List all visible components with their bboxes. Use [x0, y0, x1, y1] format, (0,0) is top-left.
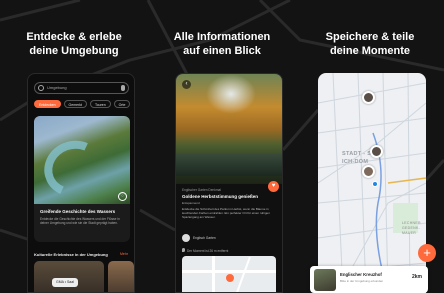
location-pin-icon [182, 248, 185, 252]
microphone-icon[interactable] [121, 85, 125, 91]
map-small-label-3: MAUER [402, 231, 417, 235]
moment-avatar-marker[interactable] [370, 145, 383, 158]
current-location-dot [372, 181, 378, 187]
phone-discover-screen: Umgebung Entdecken Gemerkt Touren Orte ♡… [27, 73, 135, 293]
map-road [212, 256, 215, 292]
place-subtitle: Bitte in der Umgebung erkunden [340, 279, 384, 283]
author-name: Englisch Garten [193, 236, 216, 240]
map-small-label-2: GEDENK- [402, 226, 421, 230]
event-control-label[interactable]: GMA • Saal [52, 278, 78, 287]
section-more-link[interactable]: Mehr [120, 252, 128, 256]
map-road [182, 270, 276, 273]
place-thumbnail [314, 269, 336, 291]
author-avatar [182, 234, 190, 242]
chip-discover[interactable]: Entdecken [34, 100, 61, 108]
add-moment-button[interactable]: + [418, 244, 436, 262]
map-small-label-1: LECHNER [402, 221, 421, 225]
phone-detail-screen: ‹ ♥ Englischer Garten Denkmal Goldene He… [175, 73, 283, 293]
phone-map-screen[interactable]: STADT - ST. ICH-DOM LECHNER GEDENK- MAUE… [318, 73, 426, 293]
moment-avatar-marker[interactable] [362, 91, 375, 104]
detail-title: Goldene Herbststimmung genießen [182, 194, 259, 199]
chip-places[interactable]: Orte [113, 100, 131, 108]
card-text: Entdecke die Geschichte des Wassers und … [40, 217, 120, 226]
chip-saved[interactable]: Gemerkt [63, 100, 87, 108]
heart-icon[interactable]: ♥ [268, 181, 279, 192]
author-row[interactable]: Englisch Garten [182, 234, 216, 242]
chip-tours[interactable]: Touren [89, 100, 111, 108]
featured-card[interactable]: ♡ Greifende Geschichte des Wassers Entde… [34, 116, 130, 242]
detail-text: Entdecke die Schönheit des Parks im Herb… [182, 207, 270, 219]
place-distance: 2km [411, 274, 422, 280]
favorite-icon[interactable]: ♡ [118, 192, 127, 201]
headline-save: Speichere & teile deine Momente [325, 31, 415, 57]
filter-chips: Entdecken Gemerkt Touren Orte [34, 100, 131, 108]
map-road [235, 256, 251, 292]
headline-discover: Entdecke & erlebe deine Umgebung [26, 31, 122, 57]
distance-note: Der Moment ist 26 m entfernt [182, 248, 228, 253]
place-title: Englischer Kreuzhof [340, 272, 382, 277]
section-title: Kulturelle Erlebnisse in der Umgebung [34, 252, 108, 257]
event-card-2[interactable] [108, 261, 134, 292]
place-card[interactable]: Englischer Kreuzhof Bitte in der Umgebun… [310, 266, 428, 293]
mini-map[interactable] [182, 256, 276, 292]
card-title: Greifende Geschichte des Wassers [40, 209, 116, 214]
detail-subtitle: Entspannend [182, 201, 200, 205]
detail-category: Englischer Garten Denkmal [182, 188, 221, 192]
search-placeholder: Umgebung [47, 85, 67, 90]
river-shape [36, 132, 112, 205]
detail-hero-image [176, 74, 282, 184]
moment-avatar-marker[interactable] [362, 165, 375, 178]
featured-image [34, 116, 130, 205]
event-card[interactable] [34, 261, 104, 292]
headline-info: Alle Informationen auf einen Blick [173, 31, 271, 57]
pond-shape [176, 154, 282, 176]
search-icon [38, 85, 44, 91]
search-input[interactable]: Umgebung [34, 82, 129, 94]
sky-highlight [206, 74, 256, 114]
map-pin-icon[interactable] [226, 274, 234, 282]
back-icon[interactable]: ‹ [182, 80, 191, 89]
distance-note-text: Der Moment ist 26 m entfernt [187, 249, 229, 253]
